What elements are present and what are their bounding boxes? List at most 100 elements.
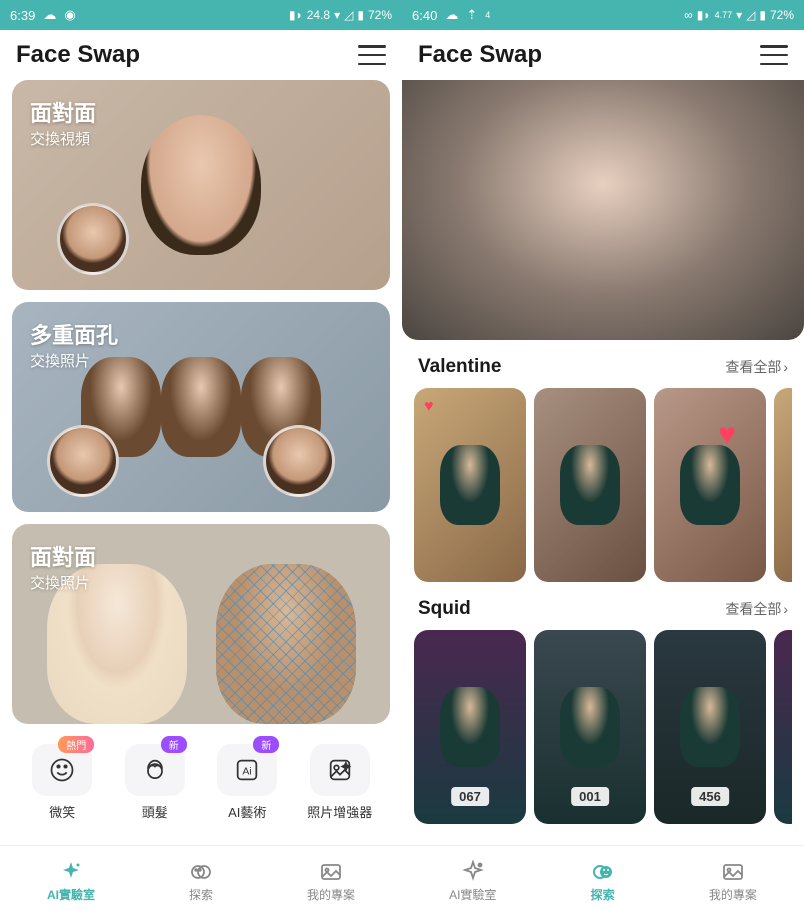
main-content: Valentine 查看全部› ♥ ♥ Squid 查看全部› 067 001 … bbox=[402, 80, 804, 845]
weather-icon: ☁ bbox=[43, 7, 56, 23]
player-number: 001 bbox=[571, 787, 609, 806]
faces-icon bbox=[591, 860, 615, 884]
tool-row: 熱門 微笑 新 頭髮 新 Ai AI藝術 照片增強器 bbox=[12, 736, 390, 825]
battery-pct: 72% bbox=[770, 8, 794, 22]
heart-icon: ♥ bbox=[424, 398, 434, 416]
hair-icon bbox=[141, 756, 169, 784]
player-number: 067 bbox=[451, 787, 489, 806]
wifi-icon: ▾ bbox=[736, 8, 742, 22]
wifi-icon: ▾ bbox=[334, 8, 340, 22]
nav-ai-lab[interactable]: AI實驗室 bbox=[47, 860, 95, 903]
app-header: Face Swap bbox=[0, 30, 402, 80]
template-thumb[interactable] bbox=[774, 630, 792, 824]
nav-ai-lab[interactable]: AI實驗室 bbox=[449, 860, 496, 903]
menu-button[interactable] bbox=[358, 45, 386, 65]
tool-smile[interactable]: 熱門 微笑 bbox=[22, 744, 102, 821]
signal-icon: ◿ bbox=[746, 8, 755, 22]
tool-label: AI藝術 bbox=[228, 802, 266, 821]
template-thumb[interactable]: ♥ bbox=[414, 388, 526, 582]
face-thumbnail bbox=[57, 203, 129, 275]
nav-label: AI實驗室 bbox=[47, 886, 95, 903]
template-thumb[interactable] bbox=[774, 388, 792, 582]
tool-ai-art[interactable]: 新 Ai AI藝術 bbox=[207, 744, 287, 821]
section-header-valentine: Valentine 查看全部› bbox=[414, 356, 792, 388]
chevron-right-icon: › bbox=[783, 601, 788, 617]
tool-label: 微笑 bbox=[49, 802, 75, 821]
tool-hair[interactable]: 新 頭髮 bbox=[115, 744, 195, 821]
nav-projects[interactable]: 我的專案 bbox=[307, 860, 355, 903]
status-time: 6:40 bbox=[412, 8, 437, 23]
player-number: 456 bbox=[691, 787, 729, 806]
squid-row: 067 001 456 bbox=[414, 630, 792, 824]
card-subtitle: 交換視頻 bbox=[30, 128, 96, 149]
status-bar: 6:40 ☁ ⇡ 4 ∞ ▮◗ 4.77 ▾ ◿ ▮ 72% bbox=[402, 0, 804, 30]
net-speed: 4 bbox=[485, 10, 490, 20]
bottom-nav: AI實驗室 探索 我的專案 bbox=[402, 845, 804, 911]
battery-icon: ▮ bbox=[759, 8, 766, 22]
card-face-to-face-photo[interactable]: 面對面 交換照片 bbox=[12, 524, 390, 724]
signal-icon: ◿ bbox=[344, 8, 353, 22]
face-thumbnail bbox=[47, 425, 119, 497]
card-subtitle: 交換照片 bbox=[30, 350, 118, 371]
nav-label: 探索 bbox=[591, 886, 615, 903]
face-image bbox=[141, 115, 261, 255]
svg-text:Ai: Ai bbox=[243, 766, 252, 778]
enhance-icon bbox=[326, 756, 354, 784]
sparkle-icon bbox=[59, 860, 83, 884]
net-speed-2: 4.77 bbox=[715, 10, 733, 20]
face-image bbox=[161, 357, 241, 457]
app-header: Face Swap bbox=[402, 30, 804, 80]
template-thumb[interactable] bbox=[534, 388, 646, 582]
badge-new: 新 bbox=[161, 736, 187, 753]
face-thumbnail bbox=[263, 425, 335, 497]
section-title: Valentine bbox=[418, 356, 501, 378]
card-multi-face[interactable]: 多重面孔 交換照片 bbox=[12, 302, 390, 512]
vibrate-icon: ▮◗ bbox=[697, 8, 711, 22]
template-thumb[interactable]: 001 bbox=[534, 630, 646, 824]
card-subtitle: 交換照片 bbox=[30, 572, 96, 593]
section-header-squid: Squid 查看全部› bbox=[414, 598, 792, 630]
nav-explore[interactable]: 探索 bbox=[591, 860, 615, 903]
card-title: 面對面 bbox=[30, 540, 96, 572]
badge-new: 新 bbox=[253, 736, 279, 753]
link-icon: ∞ bbox=[684, 8, 693, 22]
app-title: Face Swap bbox=[418, 41, 542, 69]
section-title: Squid bbox=[418, 598, 471, 620]
nav-projects[interactable]: 我的專案 bbox=[709, 860, 757, 903]
gallery-icon bbox=[319, 860, 343, 884]
template-thumb[interactable]: ♥ bbox=[654, 388, 766, 582]
hero-image[interactable] bbox=[402, 80, 804, 340]
net-speed: 24.8 bbox=[307, 8, 330, 22]
face-mesh-image bbox=[216, 564, 356, 724]
see-all-button[interactable]: 查看全部› bbox=[725, 357, 788, 377]
battery-icon: ▮ bbox=[357, 8, 364, 22]
badge-hot: 熱門 bbox=[58, 736, 94, 753]
smile-icon bbox=[48, 756, 76, 784]
see-all-button[interactable]: 查看全部› bbox=[725, 599, 788, 619]
valentine-row: ♥ ♥ bbox=[414, 388, 792, 582]
nav-label: 我的專案 bbox=[307, 886, 355, 903]
template-thumb[interactable]: 067 bbox=[414, 630, 526, 824]
card-title: 面對面 bbox=[30, 96, 96, 128]
tool-label: 照片增強器 bbox=[307, 802, 372, 821]
upload-icon: ⇡ bbox=[466, 7, 477, 23]
heart-icon: ♥ bbox=[718, 418, 736, 452]
chevron-right-icon: › bbox=[783, 359, 788, 375]
nav-label: 我的專案 bbox=[709, 886, 757, 903]
bottom-nav: AI實驗室 探索 我的專案 bbox=[0, 845, 402, 911]
gallery-icon bbox=[721, 860, 745, 884]
tool-enhancer[interactable]: 照片增強器 bbox=[300, 744, 380, 821]
status-time: 6:39 bbox=[10, 8, 35, 23]
menu-button[interactable] bbox=[760, 45, 788, 65]
sparkle-icon bbox=[461, 860, 485, 884]
faces-icon bbox=[189, 860, 213, 884]
nav-explore[interactable]: 探索 bbox=[189, 860, 213, 903]
nav-label: AI實驗室 bbox=[449, 886, 496, 903]
card-title: 多重面孔 bbox=[30, 318, 118, 350]
card-face-to-face-video[interactable]: 面對面 交換視頻 bbox=[12, 80, 390, 290]
template-thumb[interactable]: 456 bbox=[654, 630, 766, 824]
screen-ai-lab: 6:39 ☁ ◉ ▮◗ 24.8 ▾ ◿ ▮ 72% Face Swap 面對面… bbox=[0, 0, 402, 911]
screen-explore: 6:40 ☁ ⇡ 4 ∞ ▮◗ 4.77 ▾ ◿ ▮ 72% Face Swap… bbox=[402, 0, 804, 911]
battery-pct: 72% bbox=[368, 8, 392, 22]
main-content: 面對面 交換視頻 多重面孔 交換照片 面對面 交換照片 bbox=[0, 80, 402, 845]
